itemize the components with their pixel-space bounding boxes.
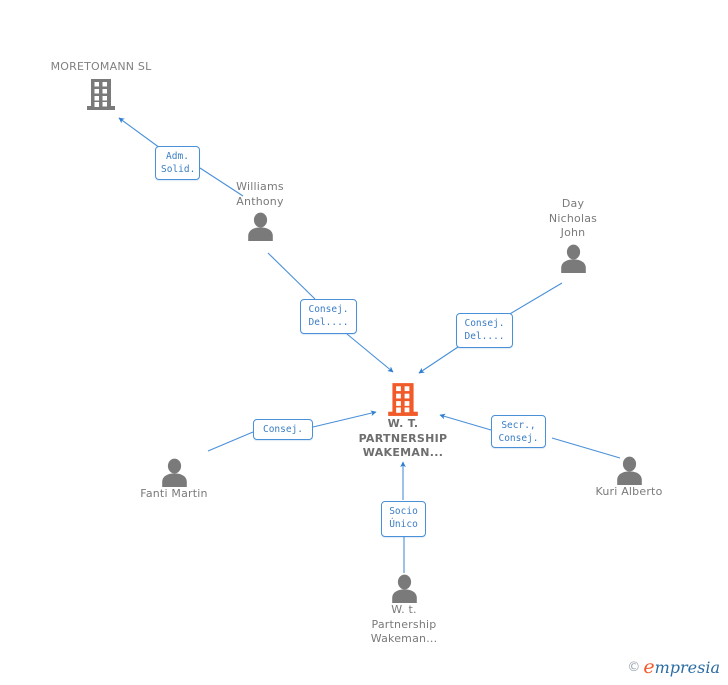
- building-icon: [87, 78, 115, 110]
- node-wt-partnership-person[interactable]: W. t. Partnership Wakeman...: [358, 573, 450, 647]
- edge-fanti-to-consej: [207, 431, 254, 452]
- node-day-nicholas-john[interactable]: Day Nicholas John: [528, 197, 618, 273]
- node-williams-anthony[interactable]: Williams Anthony: [215, 180, 305, 241]
- edge-label-socio-unico[interactable]: Socio Único: [381, 501, 426, 537]
- node-kuri-alberto-label: Kuri Alberto: [595, 485, 663, 498]
- brand-name: mpresia: [654, 657, 720, 677]
- person-icon: [560, 244, 586, 273]
- node-wt-partnership-person-label: W. t. Partnership Wakeman...: [370, 603, 438, 645]
- edge-consejdel-left-to-center: [346, 333, 394, 373]
- copyright-symbol: ©: [627, 660, 641, 675]
- edge-label-consej-del-right[interactable]: Consej. Del....: [456, 313, 513, 348]
- edge-consejdel-right-to-center: [418, 344, 462, 374]
- edge-label-adm-solid[interactable]: Adm. Solid.: [155, 146, 200, 180]
- edge-williams-to-consejdel-left: [267, 252, 316, 300]
- edge-day-to-consejdel-right: [507, 282, 563, 316]
- node-williams-anthony-label: Williams Anthony: [236, 180, 284, 208]
- node-center-company-label: W. T. PARTNERSHIP WAKEMAN...: [358, 417, 448, 459]
- edge-label-consej-del-left[interactable]: Consej. Del....: [300, 299, 357, 334]
- node-kuri-alberto[interactable]: Kuri Alberto: [583, 455, 675, 500]
- brand-initial: e: [643, 656, 655, 678]
- node-center-company[interactable]: W. T. PARTNERSHIP WAKEMAN...: [341, 381, 465, 461]
- node-day-nicholas-john-label: Day Nicholas John: [548, 197, 598, 239]
- building-icon: [388, 383, 418, 416]
- node-moretomann[interactable]: MORETOMANN SL: [40, 60, 162, 111]
- person-icon: [247, 212, 273, 241]
- watermark-empresia: © e mpresia: [627, 658, 720, 677]
- person-icon: [616, 456, 642, 485]
- edge-admsolid-to-moretomann: [118, 117, 161, 149]
- node-fanti-martin-label: Fanti Martin: [140, 487, 208, 500]
- node-moretomann-label: MORETOMANN SL: [50, 60, 152, 73]
- person-icon: [391, 574, 417, 603]
- edge-label-consej[interactable]: Consej.: [253, 419, 313, 440]
- diagram-canvas: MORETOMANN SL Adm. Solid. Williams Antho…: [0, 0, 728, 685]
- person-icon: [161, 458, 187, 487]
- node-fanti-martin[interactable]: Fanti Martin: [128, 457, 220, 502]
- edge-label-secr-consej[interactable]: Secr., Consej.: [491, 415, 546, 448]
